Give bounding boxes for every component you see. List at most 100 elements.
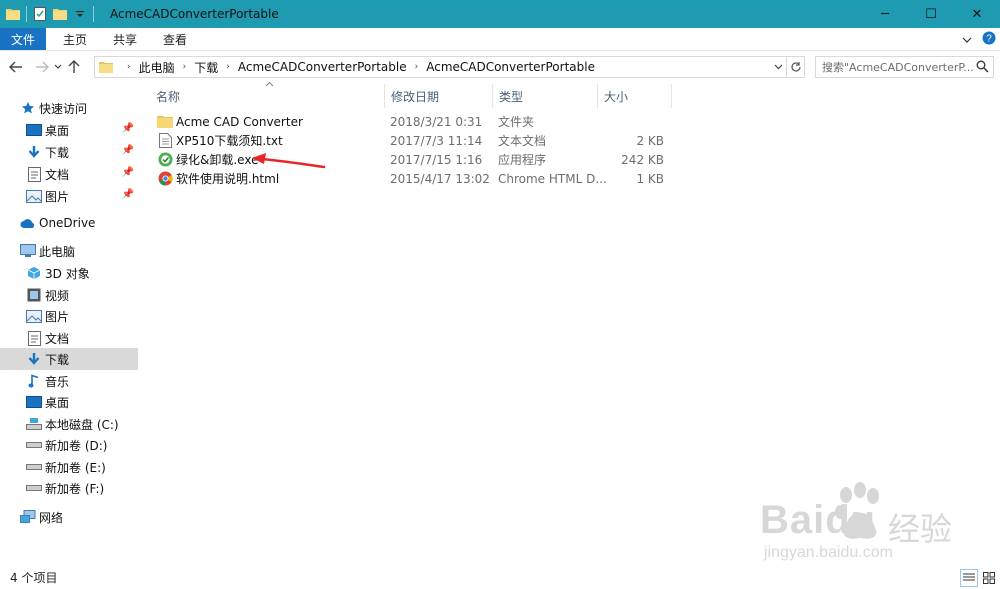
nav-label: 桌面 — [45, 123, 70, 138]
tab-share[interactable]: 共享 — [100, 28, 150, 50]
file-row[interactable]: XP510下载须知.txt 2017/7/3 11:14 文本文档 2 KB — [152, 131, 672, 150]
file-type: 文件夹 — [498, 115, 535, 129]
document-icon — [26, 166, 42, 182]
computer-icon — [20, 243, 36, 259]
download-icon — [26, 144, 42, 160]
column-type[interactable]: 类型 — [493, 84, 598, 108]
nav-this-pc[interactable]: 此电脑 — [0, 240, 138, 262]
chevron-right-icon[interactable]: › — [127, 62, 131, 72]
nav-documents[interactable]: 文档 — [0, 327, 138, 349]
up-arrow-icon[interactable] — [64, 56, 84, 78]
nav-desktop[interactable]: 桌面 — [0, 391, 138, 413]
exe-icon — [157, 152, 173, 168]
customize-toolbar-icon[interactable] — [73, 7, 87, 21]
nav-label: 下载 — [45, 145, 70, 160]
address-history-icon[interactable] — [770, 57, 786, 77]
drive-icon — [26, 437, 42, 453]
nav-label: 新加卷 (F:) — [45, 481, 105, 496]
file-size: 1 KB — [636, 171, 664, 186]
refresh-button[interactable] — [787, 56, 805, 78]
nav-drive-f[interactable]: 新加卷 (F:) — [0, 477, 138, 499]
large-icons-view-icon[interactable] — [980, 569, 998, 587]
breadcrumb-acmecad-parent[interactable]: AcmeCADConverterPortable — [238, 60, 407, 74]
file-size — [600, 112, 664, 131]
file-row[interactable]: 绿化&卸载.exe 2017/7/15 1:16 应用程序 242 KB — [152, 150, 672, 169]
properties-icon[interactable] — [33, 7, 47, 21]
desktop-icon — [26, 394, 42, 410]
nav-drive-c[interactable]: 本地磁盘 (C:) — [0, 413, 138, 435]
breadcrumb-downloads[interactable]: 下载 — [194, 59, 218, 76]
file-date: 2017/7/15 1:16 — [390, 152, 483, 167]
nav-onedrive[interactable]: OneDrive — [0, 212, 138, 234]
nav-quick-access[interactable]: 快速访问 — [0, 97, 138, 119]
nav-quick-documents[interactable]: 文档 📌 — [0, 163, 138, 185]
search-input[interactable]: 搜索"AcmeCADConverterP... — [815, 56, 994, 78]
pin-icon[interactable]: 📌 — [122, 145, 134, 156]
video-icon — [26, 287, 42, 303]
star-icon — [20, 100, 36, 116]
file-size: 2 KB — [636, 133, 664, 148]
pin-icon[interactable]: 📌 — [122, 189, 134, 200]
minimize-button[interactable]: ─ — [862, 0, 908, 28]
pin-icon[interactable]: 📌 — [122, 123, 134, 134]
folder-icon — [6, 7, 20, 21]
nav-label: 快速访问 — [39, 101, 88, 116]
nav-label: 新加卷 (D:) — [45, 438, 108, 453]
picture-icon — [26, 188, 42, 204]
nav-3d-objects[interactable]: 3D 对象 — [0, 262, 138, 284]
address-bar[interactable]: › 此电脑 › 下载 › AcmeCADConverterPortable › … — [94, 56, 787, 78]
search-icon[interactable] — [976, 60, 989, 76]
breadcrumb-this-pc[interactable]: 此电脑 — [139, 59, 175, 76]
file-name: XP510下载须知.txt — [176, 134, 283, 148]
address-row: › 此电脑 › 下载 › AcmeCADConverterPortable › … — [0, 52, 1000, 82]
column-name[interactable]: 名称 — [150, 84, 385, 108]
breadcrumb-acmecad-current[interactable]: AcmeCADConverterPortable — [426, 60, 595, 74]
file-name: 绿化&卸载.exe — [176, 153, 259, 167]
chevron-right-icon[interactable]: › — [183, 62, 187, 72]
file-size: 242 KB — [621, 152, 664, 167]
nav-quick-pictures[interactable]: 图片 📌 — [0, 185, 138, 207]
nav-label: 文档 — [45, 331, 70, 346]
nav-label: 此电脑 — [39, 244, 76, 259]
file-date: 2015/4/17 13:02 — [390, 171, 490, 186]
watermark-url: jingyan.baidu.com — [764, 544, 893, 561]
nav-downloads[interactable]: 下载 — [0, 348, 138, 370]
nav-label: 本地磁盘 (C:) — [45, 417, 119, 432]
document-icon — [26, 330, 42, 346]
details-view-icon[interactable] — [960, 569, 978, 587]
pin-icon[interactable]: 📌 — [122, 167, 134, 178]
file-row[interactable]: Acme CAD Converter 2018/3/21 0:31 文件夹 — [152, 112, 672, 131]
maximize-button[interactable]: ☐ — [908, 0, 954, 28]
close-button[interactable]: ✕ — [954, 0, 1000, 28]
search-placeholder: 搜索"AcmeCADConverterP... — [822, 61, 974, 74]
nav-label: 下载 — [45, 352, 70, 367]
nav-label: OneDrive — [39, 216, 96, 230]
chevron-right-icon[interactable]: › — [226, 62, 230, 72]
column-date[interactable]: 修改日期 — [385, 84, 493, 108]
nav-pictures[interactable]: 图片 — [0, 305, 138, 327]
nav-drive-e[interactable]: 新加卷 (E:) — [0, 456, 138, 478]
nav-label: 音乐 — [45, 374, 70, 389]
tab-view[interactable]: 查看 — [150, 28, 200, 50]
back-arrow-icon[interactable] — [6, 56, 26, 78]
forward-arrow-icon[interactable] — [32, 56, 52, 78]
help-icon[interactable]: ? — [982, 31, 996, 48]
chevron-right-icon[interactable]: › — [415, 62, 419, 72]
nav-drive-d[interactable]: 新加卷 (D:) — [0, 434, 138, 456]
cloud-icon — [20, 215, 36, 231]
file-row[interactable]: 软件使用说明.html 2015/4/17 13:02 Chrome HTML … — [152, 169, 672, 188]
nav-quick-desktop[interactable]: 桌面 📌 — [0, 119, 138, 141]
expand-ribbon-icon[interactable] — [962, 33, 972, 47]
recent-locations-icon[interactable] — [52, 56, 64, 78]
file-type: 应用程序 — [498, 153, 547, 167]
nav-quick-downloads[interactable]: 下载 📌 — [0, 141, 138, 163]
tab-home[interactable]: 主页 — [50, 28, 100, 50]
cube-icon — [26, 265, 42, 281]
title-bar: AcmeCADConverterPortable ─ ☐ ✕ — [0, 0, 1000, 28]
nav-videos[interactable]: 视频 — [0, 284, 138, 306]
new-folder-icon[interactable] — [53, 7, 67, 21]
column-size[interactable]: 大小 — [598, 84, 672, 108]
nav-music[interactable]: 音乐 — [0, 370, 138, 392]
nav-network[interactable]: 网络 — [0, 506, 138, 528]
tab-file[interactable]: 文件 — [0, 28, 46, 50]
